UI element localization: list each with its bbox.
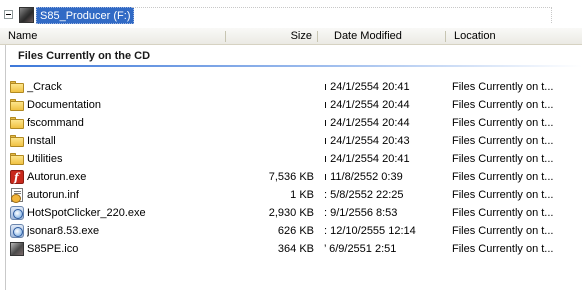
file-size <box>228 114 314 132</box>
file-date-modified: ı 24/1/2554 20:44 <box>324 99 410 111</box>
file-name: Documentation <box>27 99 101 111</box>
collapse-toggle-icon[interactable] <box>4 10 13 19</box>
file-size <box>228 132 314 150</box>
file-row[interactable]: fscommand ı 24/1/2554 20:44 Files Curren… <box>0 114 582 132</box>
column-header-date-modified[interactable]: Date Modified <box>318 28 446 45</box>
file-name: jsonar8.53.exe <box>27 225 100 237</box>
drive-icon <box>19 7 34 23</box>
column-header-size[interactable]: Size <box>226 28 318 45</box>
file-size: 2,930 KB <box>268 207 314 219</box>
flash-exe-icon <box>10 169 24 186</box>
folder-icon <box>9 80 25 94</box>
file-size: 626 KB <box>277 225 314 237</box>
file-location: Files Currently on t... <box>452 171 554 183</box>
file-location: Files Currently on t... <box>452 135 554 147</box>
file-name: Install <box>27 135 56 147</box>
file-location: Files Currently on t... <box>452 189 554 201</box>
file-row[interactable]: Autorun.exe 7,536 KB ı 11/8/2552 0:39 Fi… <box>0 168 582 186</box>
file-date-modified: : 9/1/2556 8:53 <box>324 207 398 219</box>
drag-outline <box>132 7 552 23</box>
app-exe-icon <box>10 224 24 238</box>
file-row[interactable]: autorun.inf 1 KB : 5/8/2552 22:25 Files … <box>0 186 582 204</box>
app-exe-icon <box>10 206 24 220</box>
folder-icon <box>9 152 25 166</box>
file-row[interactable]: Install ı 24/1/2554 20:43 Files Currentl… <box>0 132 582 150</box>
column-header-bar: Name Size Date Modified Location <box>0 28 582 45</box>
file-location: Files Currently on t... <box>452 225 554 237</box>
file-row[interactable]: Documentation ı 24/1/2554 20:44 Files Cu… <box>0 96 582 114</box>
group-heading: Files Currently on the CD <box>18 50 151 62</box>
file-size: 364 KB <box>277 243 314 255</box>
file-size <box>228 78 314 96</box>
file-name: Autorun.exe <box>27 171 87 183</box>
file-name: Utilities <box>27 153 63 165</box>
file-size: 1 KB <box>290 189 314 201</box>
file-location: Files Currently on t... <box>452 99 554 111</box>
column-header-location[interactable]: Location <box>446 28 582 45</box>
file-date-modified: : 5/8/2552 22:25 <box>324 189 404 201</box>
folder-icon <box>9 134 25 148</box>
file-location: Files Currently on t... <box>452 81 554 93</box>
file-name: fscommand <box>27 117 84 129</box>
file-row[interactable]: HotSpotClicker_220.exe 2,930 KB : 9/1/25… <box>0 204 582 222</box>
file-list: _Crack ı 24/1/2554 20:41 Files Currently… <box>0 78 582 258</box>
file-date-modified: : 12/10/2555 12:14 <box>324 225 416 237</box>
file-name: _Crack <box>27 81 62 93</box>
file-row[interactable]: Utilities ı 24/1/2554 20:41 Files Curren… <box>0 150 582 168</box>
file-location: Files Currently on t... <box>452 243 554 255</box>
file-date-modified: ı 24/1/2554 20:43 <box>324 135 410 147</box>
drive-label[interactable]: S85_Producer (F:) <box>36 7 135 24</box>
file-row[interactable]: S85PE.ico 364 KB ’ 6/9/2551 2:51 Files C… <box>0 240 582 258</box>
file-date-modified: ı 24/1/2554 20:41 <box>324 81 410 93</box>
file-location: Files Currently on t... <box>452 207 554 219</box>
file-size: 7,536 KB <box>268 171 314 183</box>
file-date-modified: ı 24/1/2554 20:44 <box>324 117 410 129</box>
group-divider <box>10 65 582 67</box>
file-name: S85PE.ico <box>27 243 79 255</box>
file-size <box>228 96 314 114</box>
column-header-name[interactable]: Name <box>0 28 226 45</box>
file-date-modified: ı 24/1/2554 20:41 <box>324 153 410 165</box>
file-location: Files Currently on t... <box>452 153 554 165</box>
file-name: HotSpotClicker_220.exe <box>27 207 146 219</box>
folder-icon <box>9 116 25 130</box>
folder-tree-row: S85_Producer (F:) <box>0 0 582 28</box>
inf-file-icon <box>11 188 23 203</box>
file-date-modified: ’ 6/9/2551 2:51 <box>324 243 397 255</box>
ico-file-icon <box>10 242 24 256</box>
file-name: autorun.inf <box>27 189 79 201</box>
file-row[interactable]: jsonar8.53.exe 626 KB : 12/10/2555 12:14… <box>0 222 582 240</box>
file-date-modified: ı 11/8/2552 0:39 <box>324 171 403 183</box>
file-row[interactable]: _Crack ı 24/1/2554 20:41 Files Currently… <box>0 78 582 96</box>
file-size <box>228 150 314 168</box>
file-location: Files Currently on t... <box>452 117 554 129</box>
folder-icon <box>9 98 25 112</box>
